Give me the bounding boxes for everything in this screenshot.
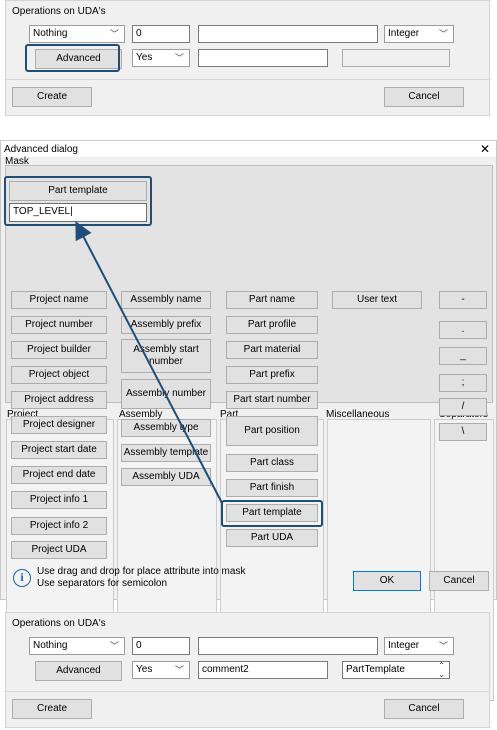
type-combo-value: Integer <box>388 640 420 651</box>
divider <box>6 691 489 692</box>
yes-combo-value: Yes <box>136 664 153 675</box>
chevron-down-icon: ﹀ <box>109 641 119 651</box>
template-list-field[interactable]: PartTemplate ⌃ ⌄ <box>342 661 450 679</box>
cancel-button[interactable]: Cancel <box>384 699 464 719</box>
uda-section-label: Operations on UDA's <box>12 618 106 629</box>
advanced-button[interactable]: Advanced <box>35 661 122 681</box>
chevron-down-icon: ﹀ <box>174 665 184 675</box>
operation-combo-value: Nothing <box>33 640 68 651</box>
value-input[interactable]: 0 <box>132 637 190 655</box>
text-input[interactable] <box>198 637 378 655</box>
type-combo[interactable]: Integer ﹀ <box>384 637 454 655</box>
bottom-settings-panel: Operations on UDA's Nothing ﹀ 0 Integer … <box>5 612 490 728</box>
chevron-down-icon: ﹀ <box>438 641 448 651</box>
operation-combo[interactable]: Nothing ﹀ <box>29 637 125 655</box>
create-button[interactable]: Create <box>12 699 92 719</box>
spin-arrows-icon[interactable]: ⌃ ⌄ <box>438 662 445 678</box>
yes-combo[interactable]: Yes ﹀ <box>132 661 190 679</box>
template-list-value: PartTemplate <box>346 664 405 675</box>
comment-field[interactable]: comment2 <box>198 661 328 679</box>
